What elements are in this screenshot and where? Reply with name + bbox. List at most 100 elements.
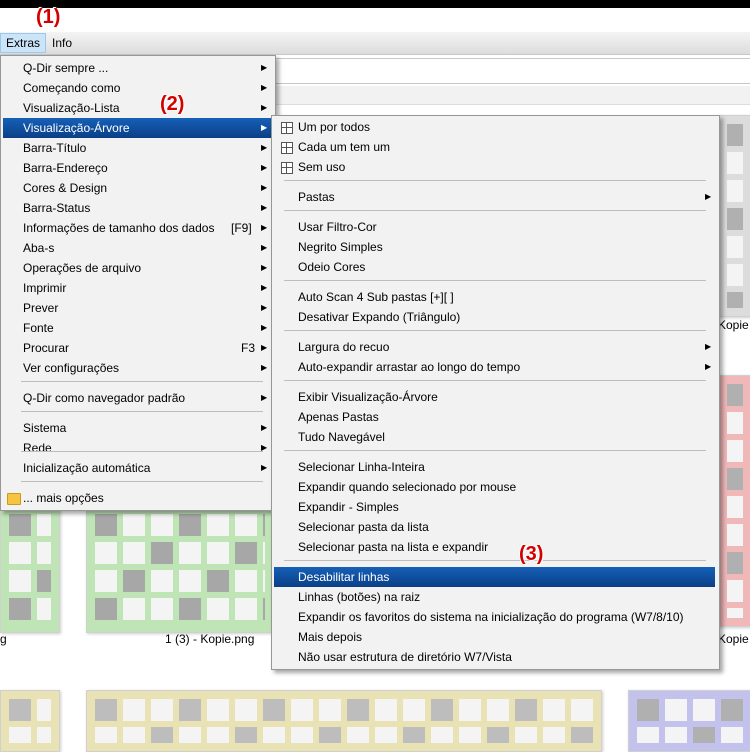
submenu-arrow-icon: ▶ [261,363,268,372]
image-thumbnail[interactable] [86,505,274,633]
tree-menu-item[interactable]: Não usar estrutura de diretório W7/Vista [274,647,715,667]
extras-menu-item[interactable]: Aba-s ▶ [3,238,271,258]
extras-menu-item[interactable]: Q-Dir como navegador padrão ▶ [3,388,271,408]
tree-menu-item[interactable]: Um por todos [274,117,715,137]
image-thumbnail[interactable] [718,115,750,317]
menu-item-label: Procurar [23,341,70,355]
extras-menu-item[interactable]: Visualização-Lista ▶ [3,98,271,118]
window-top-edge [0,0,750,8]
image-thumbnail[interactable] [718,375,750,627]
menu-item-label: Desabilitar linhas [298,570,390,584]
tree-menu-item[interactable]: Selecionar Linha-Inteira [274,457,715,477]
menu-item-label: Visualização-Árvore [23,121,130,135]
tree-menu-item[interactable]: Pastas ▶ [274,187,715,207]
menu-separator [21,411,263,412]
tree-menu-item[interactable]: Sem uso [274,157,715,177]
tree-menu-item[interactable]: Mais depois [274,627,715,647]
tree-menu-item[interactable]: Negrito Simples [274,237,715,257]
menu-bar: Extras Info [0,32,750,55]
submenu-arrow-icon: ▶ [261,463,268,472]
tree-icon [281,122,293,134]
menu-item-label: Ver configurações [23,361,120,375]
submenu-arrow-icon: ▶ [261,203,268,212]
menu-separator [284,560,706,561]
extras-menu-item[interactable]: Cores & Design ▶ [3,178,271,198]
tree-menu-item[interactable]: Desabilitar linhas [274,567,715,587]
tree-menu-item[interactable]: Selecionar pasta na lista e expandir [274,537,715,557]
tree-menu-item[interactable]: Usar Filtro-Cor [274,217,715,237]
submenu-arrow-icon: ▶ [261,423,268,432]
submenu-arrow-icon: ▶ [261,393,268,402]
extras-menu-item[interactable]: Rede ▶ [3,438,271,458]
annotation-1: (1) [36,6,61,28]
folder-icon [7,493,21,505]
menu-separator [284,180,706,181]
image-thumbnail[interactable] [628,690,750,752]
extras-dropdown-menu: Q-Dir sempre ... ▶ Começando como ▶ Visualiz… [0,55,276,511]
submenu-arrow-icon: ▶ [261,123,268,132]
menu-info[interactable]: Info [47,34,77,52]
extras-menu-item[interactable]: Informações de tamanho dos dados [F9] ▶ [3,218,271,238]
tree-view-submenu: Um por todos Cada um tem um Sem uso Pastas ▶… [271,115,720,670]
menu-item-label: Barra-Título [23,141,87,155]
tree-menu-item[interactable]: Tudo Navegável [274,427,715,447]
image-thumbnail[interactable] [86,690,602,752]
image-thumbnail[interactable] [0,505,60,633]
tree-menu-item[interactable]: Desativar Expando (Triângulo) [274,307,715,327]
submenu-arrow-icon: ▶ [261,63,268,72]
menu-item-label: Auto-expandir arrastar ao longo do tempo [298,360,521,374]
menu-separator [21,481,263,482]
extras-menu-item[interactable]: Q-Dir sempre ... ▶ [3,58,271,78]
menu-item-label: Sistema [23,421,67,435]
file-caption: Kopie [718,318,749,332]
menu-item-label: Informações de tamanho dos dados [23,221,215,235]
menu-item-label: Apenas Pastas [298,410,379,424]
tree-menu-item[interactable]: Linhas (botões) na raiz [274,587,715,607]
tree-menu-item[interactable]: Expandir quando selecionado por mouse [274,477,715,497]
menu-item-label: Desativar Expando (Triângulo) [298,310,461,324]
annotation-3: (3) [519,543,544,565]
extras-menu-item[interactable]: Sistema ▶ [3,418,271,438]
menu-separator [284,380,706,381]
tree-menu-item[interactable]: Expandir - Simples [274,497,715,517]
menu-separator [284,450,706,451]
extras-menu-item[interactable]: ... mais opções [3,488,271,508]
extras-menu-item[interactable]: Imprimir ▶ [3,278,271,298]
tree-menu-item[interactable]: Largura do recuo ▶ [274,337,715,357]
extras-menu-item[interactable]: Barra-Endereço ▶ [3,158,271,178]
list-toolstrip [270,86,750,105]
submenu-arrow-icon: ▶ [261,343,268,352]
submenu-arrow-icon: ▶ [705,362,712,371]
tree-menu-item[interactable]: Auto Scan 4 Sub pastas [+][ ] [274,287,715,307]
tree-menu-item[interactable]: Expandir os favoritos do sistema na inic… [274,607,715,627]
menu-extras[interactable]: Extras [0,33,47,53]
extras-menu-item[interactable]: Começando como ▶ [3,78,271,98]
submenu-arrow-icon: ▶ [261,263,268,272]
submenu-arrow-icon: ▶ [705,192,712,201]
tree-menu-item[interactable]: Exibir Visualização-Árvore [274,387,715,407]
address-bar[interactable] [270,58,750,84]
menu-item-label: Operações de arquivo [23,261,142,275]
menu-item-label: Negrito Simples [298,240,383,254]
image-thumbnail[interactable] [0,690,60,752]
submenu-arrow-icon: ▶ [261,223,268,232]
extras-menu-item[interactable]: Ver configurações ▶ [3,358,271,378]
menu-item-label: Começando como [23,81,121,95]
extras-menu-item[interactable]: Prever ▶ [3,298,271,318]
menu-item-label: Expandir os favoritos do sistema na inic… [298,610,684,624]
extras-menu-item[interactable]: Visualização-Árvore ▶ [3,118,271,138]
extras-menu-item[interactable]: Operações de arquivo ▶ [3,258,271,278]
submenu-arrow-icon: ▶ [261,163,268,172]
extras-menu-item[interactable]: Barra-Título ▶ [3,138,271,158]
tree-menu-item[interactable]: Auto-expandir arrastar ao longo do tempo… [274,357,715,377]
tree-menu-item[interactable]: Cada um tem um [274,137,715,157]
extras-menu-item[interactable]: Inicialização automática ▶ [3,458,271,478]
tree-menu-item[interactable]: Odeio Cores [274,257,715,277]
extras-menu-item[interactable]: Barra-Status ▶ [3,198,271,218]
tree-menu-item[interactable]: Apenas Pastas [274,407,715,427]
menu-item-label: Mais depois [298,630,363,644]
submenu-arrow-icon: ▶ [705,342,712,351]
tree-menu-item[interactable]: Selecionar pasta da lista [274,517,715,537]
extras-menu-item[interactable]: Fonte ▶ [3,318,271,338]
extras-menu-item[interactable]: Procurar F3 ▶ [3,338,271,358]
